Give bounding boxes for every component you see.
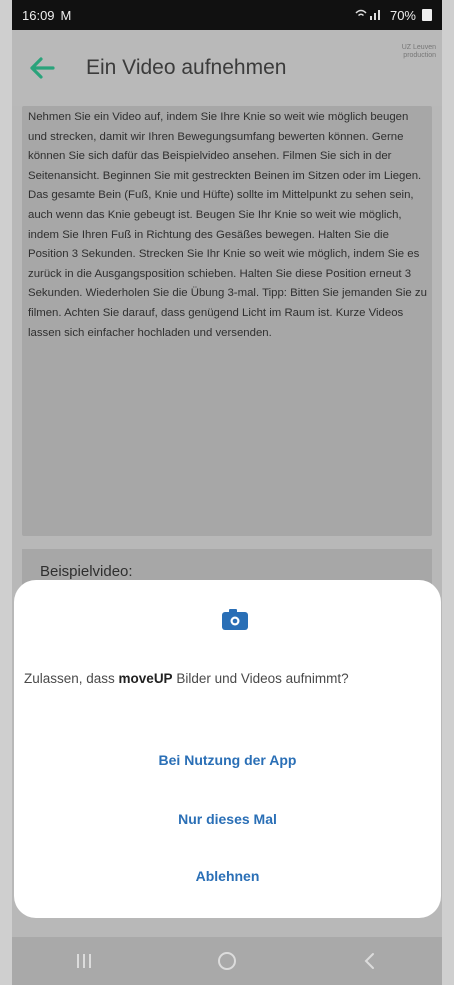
permission-dialog: Zulassen, dass moveUP Bilder und Videos … (14, 580, 441, 918)
app-logo: UZ Leuven production (401, 44, 436, 59)
allow-while-using-button[interactable]: Bei Nutzung der App (14, 752, 441, 768)
status-time: 16:09 (22, 7, 55, 23)
instructions-card: Nehmen Sie ein Video auf, indem Sie Ihre… (22, 106, 432, 536)
app-bar: Ein Video aufnehmen UZ Leuven production (12, 30, 442, 106)
arrow-left-icon[interactable] (28, 54, 56, 82)
notification-icon: M (60, 7, 72, 23)
deny-button[interactable]: Ablehnen (14, 868, 441, 884)
system-nav-bar (12, 937, 442, 985)
phone-screen: 16:09 M 70% Ein Video aufnehmen UZ Leuve… (0, 0, 454, 985)
instructions-text: Nehmen Sie ein Video auf, indem Sie Ihre… (28, 111, 427, 339)
wifi-signal-icon (354, 8, 384, 23)
app-name: moveUP (118, 671, 173, 686)
permission-message: Zulassen, dass moveUP Bilder und Videos … (24, 671, 349, 686)
camera-icon (221, 609, 249, 631)
example-video-label: Beispielvideo: (40, 563, 133, 580)
recents-icon[interactable] (54, 946, 114, 976)
home-icon[interactable] (197, 946, 257, 976)
battery-icon (422, 9, 432, 21)
page-title: Ein Video aufnehmen (86, 56, 287, 79)
status-bar: 16:09 M 70% (12, 0, 442, 30)
allow-once-button[interactable]: Nur dieses Mal (14, 811, 441, 827)
nav-back-icon[interactable] (340, 946, 400, 976)
battery-percent: 70% (389, 7, 416, 23)
